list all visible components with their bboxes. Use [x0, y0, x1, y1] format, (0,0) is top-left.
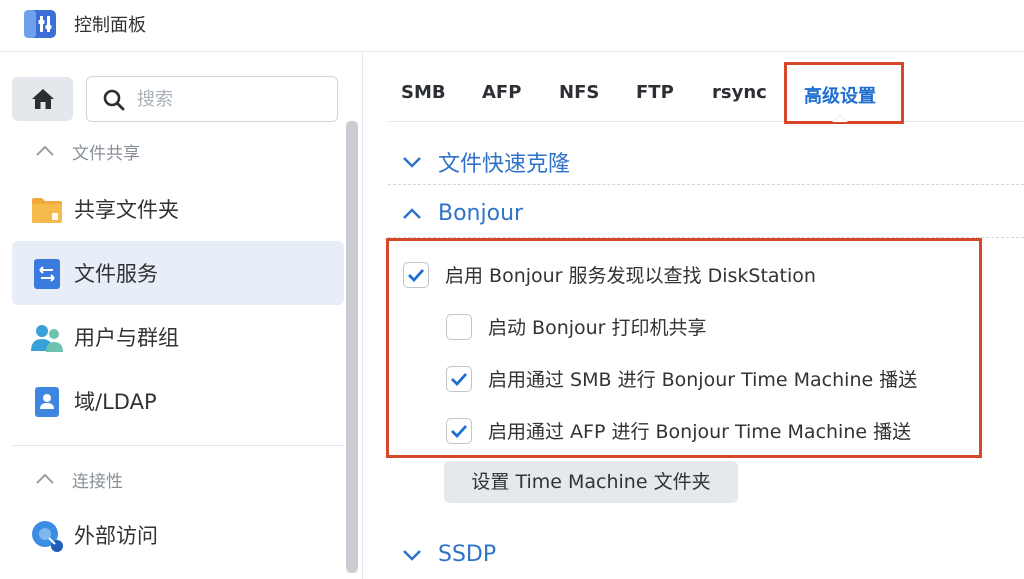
option-time-machine-afp[interactable]: 启用通过 AFP 进行 Bonjour Time Machine 播送: [446, 417, 911, 444]
search-input[interactable]: [137, 85, 327, 113]
option-label: 启用通过 SMB 进行 Bonjour Time Machine 播送: [488, 369, 918, 391]
sidebar-divider: [12, 445, 344, 446]
tab-rsync[interactable]: rsync: [712, 82, 767, 103]
title-bar: 控制面板: [0, 0, 1024, 52]
tab-nfs[interactable]: NFS: [559, 82, 599, 103]
section-connectivity[interactable]: 连接性: [36, 467, 123, 492]
sidebar-item-shared-folder[interactable]: 共享文件夹: [12, 177, 344, 241]
option-enable-bonjour[interactable]: 启用 Bonjour 服务发现以查找 DiskStation: [403, 261, 816, 288]
control-panel-app-icon: [24, 10, 56, 38]
option-label: 启动 Bonjour 打印机共享: [488, 317, 707, 339]
group-title: 文件快速克隆: [438, 152, 571, 177]
chevron-down-icon: [403, 549, 421, 561]
sidebar-item-label: 域/LDAP: [74, 390, 157, 414]
group-header-ssdp[interactable]: SSDP: [402, 542, 496, 567]
group-title: SSDP: [438, 542, 497, 567]
external-access-icon: [32, 521, 63, 552]
file-services-icon: [34, 259, 60, 289]
sidebar-item-label: 用户与群组: [74, 326, 179, 350]
search-box[interactable]: [86, 76, 338, 122]
sidebar: 文件共享 共享文件夹 文件服务 用户与群组 域/L: [0, 53, 362, 579]
tab-bar: SMB AFP NFS FTP rsync 高级设置: [388, 60, 1024, 122]
group-title: Bonjour: [438, 201, 524, 226]
section-label: 文件共享: [72, 143, 140, 164]
set-time-machine-folder-button[interactable]: 设置 Time Machine 文件夹: [444, 461, 738, 503]
sidebar-item-users-groups[interactable]: 用户与群组: [12, 305, 344, 369]
tab-afp[interactable]: AFP: [482, 82, 521, 103]
app-title: 控制面板: [74, 15, 146, 36]
checkbox-enable-bonjour[interactable]: [403, 261, 429, 288]
sidebar-scrollbar-thumb[interactable]: [346, 121, 358, 573]
sidebar-item-external-access[interactable]: 外部访问: [12, 503, 344, 567]
checkmark-icon: [408, 268, 425, 282]
sidebar-item-label: 共享文件夹: [74, 198, 179, 222]
group-header-bonjour[interactable]: Bonjour: [402, 201, 523, 226]
tab-ftp[interactable]: FTP: [636, 82, 674, 103]
group-header-fast-clone[interactable]: 文件快速克隆: [402, 146, 570, 178]
sidebar-item-label: 外部访问: [74, 524, 158, 548]
folder-icon: [32, 198, 62, 223]
home-button[interactable]: [12, 77, 73, 121]
option-time-machine-smb[interactable]: 启用通过 SMB 进行 Bonjour Time Machine 播送: [446, 365, 917, 392]
chevron-up-icon: [36, 146, 54, 156]
tab-smb[interactable]: SMB: [401, 82, 446, 103]
home-icon: [31, 89, 54, 109]
active-tab-caret: [832, 114, 848, 122]
option-label: 启用 Bonjour 服务发现以查找 DiskStation: [445, 265, 816, 287]
group-divider: [388, 184, 1024, 185]
users-icon: [31, 325, 63, 352]
checkbox-bonjour-printer-sharing[interactable]: [446, 313, 472, 340]
checkmark-icon: [451, 372, 468, 386]
checkmark-icon: [451, 424, 468, 438]
option-bonjour-printer-sharing[interactable]: 启动 Bonjour 打印机共享: [446, 313, 707, 340]
sidebar-item-domain-ldap[interactable]: 域/LDAP: [12, 369, 344, 433]
sidebar-item-label: 文件服务: [74, 262, 158, 286]
chevron-up-icon: [36, 474, 54, 484]
search-icon: [103, 89, 125, 111]
option-label: 启用通过 AFP 进行 Bonjour Time Machine 播送: [488, 421, 912, 443]
panel-divider: [362, 53, 363, 579]
section-file-sharing[interactable]: 文件共享: [36, 139, 140, 164]
chevron-down-icon: [403, 157, 421, 168]
checkbox-time-machine-afp[interactable]: [446, 417, 472, 444]
checkbox-time-machine-smb[interactable]: [446, 365, 472, 392]
sidebar-item-file-services[interactable]: 文件服务: [12, 241, 344, 305]
section-label: 连接性: [72, 471, 123, 492]
domain-ldap-icon: [35, 387, 59, 417]
chevron-up-icon: [403, 207, 421, 219]
